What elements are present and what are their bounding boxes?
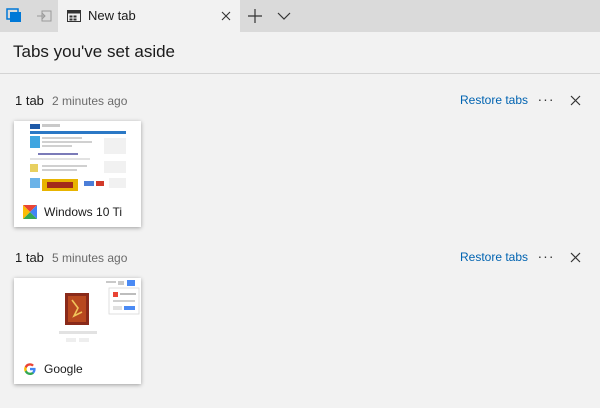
restore-tabs-link[interactable]: Restore tabs	[460, 250, 528, 264]
tab-card-title: Windows 10 Ti	[44, 205, 123, 219]
tab-title: New tab	[88, 8, 136, 23]
divider	[0, 73, 600, 74]
thumbnail-google	[14, 278, 141, 354]
thumbnail-windows10-tips	[14, 121, 141, 197]
page-thumbnail	[14, 121, 141, 197]
tab-new-tab[interactable]: New tab	[58, 0, 240, 32]
new-tab-button[interactable]	[241, 0, 269, 32]
google-g-icon	[24, 363, 36, 375]
windows10-tips-favicon	[23, 205, 37, 219]
tab-card-title: Google	[44, 362, 83, 376]
group-tab-count: 1 tab	[15, 93, 44, 108]
remove-group-button[interactable]	[566, 248, 584, 266]
new-tab-page-icon	[67, 10, 81, 22]
tab-card[interactable]: Google	[14, 278, 141, 384]
tab-group: 1 tab 2 minutes ago Restore tabs ··· Win…	[0, 91, 600, 243]
tab-list-button[interactable]	[270, 0, 298, 32]
tab-group: 1 tab 5 minutes ago Restore tabs ··· Goo…	[0, 248, 600, 400]
tabs-aside-icon	[6, 8, 21, 22]
close-icon	[570, 252, 580, 262]
group-time: 5 minutes ago	[52, 251, 128, 265]
tabs-aside-button[interactable]	[0, 0, 28, 32]
group-tab-count: 1 tab	[15, 250, 44, 265]
panel-title: Tabs you've set aside	[13, 42, 176, 61]
more-options-button[interactable]: ···	[536, 246, 556, 266]
close-icon	[221, 11, 231, 21]
plus-icon	[248, 9, 262, 23]
chevron-down-icon	[277, 12, 291, 20]
close-icon	[570, 95, 580, 105]
tab-strip: New tab	[0, 0, 600, 32]
tab-card[interactable]: Windows 10 Ti	[14, 121, 141, 227]
tab-close-button[interactable]	[218, 8, 234, 24]
more-options-button[interactable]: ···	[536, 89, 556, 109]
group-time: 2 minutes ago	[52, 94, 128, 108]
remove-group-button[interactable]	[566, 91, 584, 109]
set-tabs-aside-icon	[37, 10, 52, 22]
restore-tabs-link[interactable]: Restore tabs	[460, 93, 528, 107]
set-tabs-aside-button[interactable]	[30, 0, 58, 32]
page-thumbnail	[14, 278, 141, 354]
